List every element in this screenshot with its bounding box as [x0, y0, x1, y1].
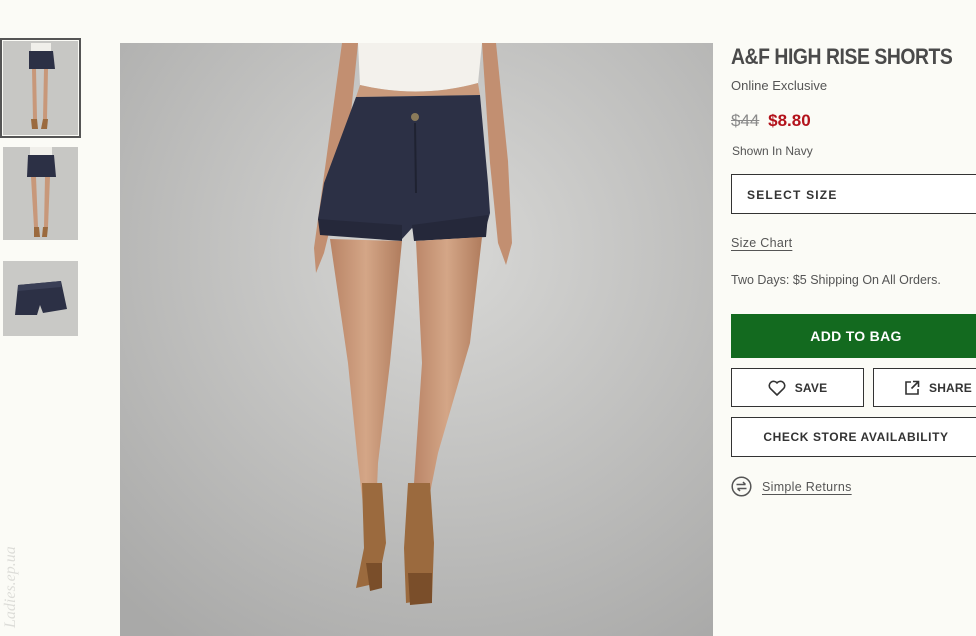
check-store-availability-button[interactable]: CHECK STORE AVAILABILITY — [731, 417, 976, 457]
thumbnail-back[interactable] — [3, 147, 78, 240]
size-chart-link[interactable]: Size Chart — [731, 236, 792, 250]
shorts-flat-thumbnail-icon — [3, 261, 78, 336]
sale-price: $8.80 — [768, 111, 811, 130]
price: $44 $8.80 — [731, 111, 811, 131]
shipping-info: Two Days: $5 Shipping On All Orders. — [731, 273, 941, 287]
share-label: SHARE — [928, 380, 972, 395]
add-to-bag-button[interactable]: ADD TO BAG — [731, 314, 976, 358]
model-front-thumbnail-icon — [3, 41, 78, 135]
save-button[interactable]: SAVE — [731, 368, 864, 407]
select-size-dropdown[interactable]: SELECT SIZE — [731, 174, 976, 214]
thumbnail-flat[interactable] — [3, 261, 78, 336]
watermark: Ladies.ep.ua — [2, 546, 19, 628]
save-label: SAVE — [794, 380, 828, 395]
original-price: $44 — [731, 111, 760, 130]
product-subtitle: Online Exclusive — [731, 78, 828, 93]
product-title: A&F HIGH RISE SHORTS — [731, 44, 953, 69]
returns-icon — [731, 476, 752, 497]
color-text: Shown In Navy — [732, 144, 813, 158]
simple-returns-label: Simple Returns — [762, 479, 852, 494]
share-icon — [905, 380, 920, 395]
share-button[interactable]: SHARE — [873, 368, 976, 407]
model-back-thumbnail-icon — [3, 147, 78, 240]
simple-returns-link[interactable]: Simple Returns — [731, 476, 852, 497]
model-wearing-shorts-photo-icon — [120, 43, 713, 636]
thumbnail-front[interactable] — [0, 38, 81, 138]
heart-icon — [768, 380, 786, 396]
main-product-image[interactable] — [120, 43, 713, 636]
